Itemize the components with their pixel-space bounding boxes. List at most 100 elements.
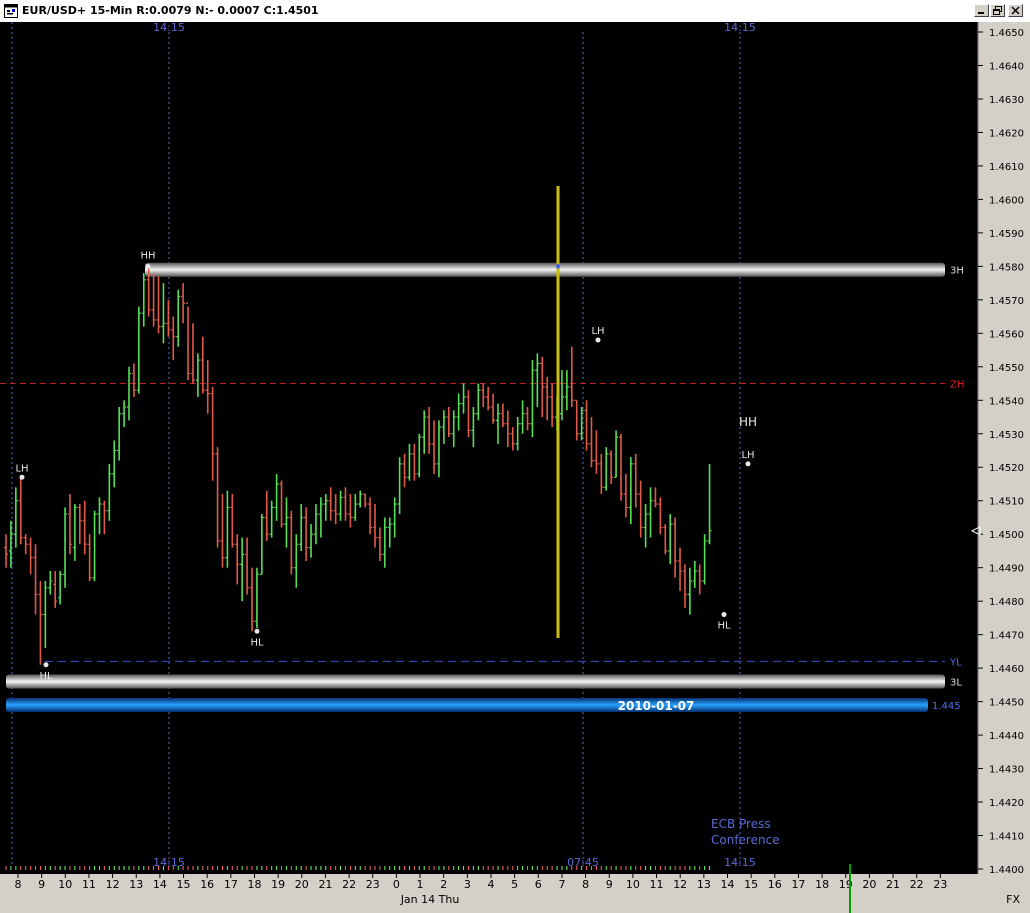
- swing-point: [145, 263, 151, 269]
- level-band-date: [6, 697, 928, 712]
- time-tick-label: 11: [650, 878, 664, 891]
- restore-icon: [993, 6, 1002, 15]
- time-tick-label: 7: [558, 878, 565, 891]
- time-tick-label: 23: [933, 878, 947, 891]
- time-tick-label: 14: [721, 878, 735, 891]
- minimize-icon: [978, 12, 984, 14]
- time-tick-label: 10: [58, 878, 72, 891]
- date-label: Jan 14 Thu: [400, 893, 460, 906]
- time-tick-label: 6: [535, 878, 542, 891]
- level-band-3L: [6, 674, 945, 689]
- time-tick-label: 16: [768, 878, 782, 891]
- price-tick-label: 1.4470: [989, 631, 1024, 642]
- time-tick-label: 16: [200, 878, 214, 891]
- price-tick-label: 1.4630: [989, 95, 1024, 106]
- time-tick-label: 18: [248, 878, 262, 891]
- window-title: EUR/USD+ 15-Min R:0.0079 N:- 0.0007 C:1.…: [22, 4, 319, 17]
- time-tick-label: 20: [295, 878, 309, 891]
- time-tick-label: 12: [673, 878, 687, 891]
- level-label: 1.445: [932, 701, 961, 712]
- time-tick-label: 8: [15, 878, 22, 891]
- news-note-line: Conference: [711, 833, 780, 847]
- price-tick-label: 1.4420: [989, 798, 1024, 809]
- maximize-button[interactable]: [990, 4, 1005, 17]
- time-tick-label: 19: [271, 878, 285, 891]
- time-tick-label: 12: [106, 878, 120, 891]
- close-icon: [1011, 6, 1020, 15]
- minimize-button[interactable]: [974, 4, 989, 17]
- title-bar[interactable]: EUR/USD+ 15-Min R:0.0079 N:- 0.0007 C:1.…: [0, 0, 1030, 23]
- time-tick-label: 22: [910, 878, 924, 891]
- chart-window: EUR/USD+ 15-Min R:0.0079 N:- 0.0007 C:1.…: [0, 0, 1030, 913]
- price-tick-label: 1.4510: [989, 497, 1024, 508]
- price-tick-label: 1.4520: [989, 463, 1024, 474]
- price-tick-label: 1.4560: [989, 329, 1024, 340]
- spike-level-mark: [556, 264, 560, 269]
- time-tick-label: 20: [862, 878, 876, 891]
- swing-label: LH: [15, 463, 28, 474]
- level-label: 3H: [950, 266, 964, 277]
- time-tick-label: 15: [177, 878, 191, 891]
- time-tick-label: 18: [815, 878, 829, 891]
- time-tick-label: 21: [886, 878, 900, 891]
- price-tick-label: 1.4410: [989, 832, 1024, 843]
- time-tick-label: 5: [511, 878, 518, 891]
- time-tick-label: 2: [440, 878, 447, 891]
- swing-label: HL: [717, 621, 731, 632]
- time-tick-label: 22: [342, 878, 356, 891]
- price-tick-label: 1.4570: [989, 296, 1024, 307]
- time-tick-label: 21: [318, 878, 332, 891]
- time-tick-label: 11: [82, 878, 96, 891]
- time-marker-top-label: 14:15: [724, 22, 756, 34]
- chart-app-icon: [4, 4, 18, 18]
- time-tick-label: 9: [606, 878, 613, 891]
- time-tick-label: 17: [224, 878, 238, 891]
- price-tick-label: 1.4480: [989, 597, 1024, 608]
- time-tick-label: 13: [129, 878, 143, 891]
- price-tick-label: 1.4580: [989, 262, 1024, 273]
- swing-label: HL: [250, 637, 264, 648]
- price-tick-label: 1.4530: [989, 430, 1024, 441]
- time-tick-label: 13: [697, 878, 711, 891]
- price-tick-label: 1.4440: [989, 731, 1024, 742]
- swing-label: HH: [739, 415, 757, 429]
- chart-area[interactable]: 14:15 14:15 07:45 14:15 14:15 3H ZH YL 3L 2010-0…: [0, 22, 1030, 913]
- price-tick-label: 1.4610: [989, 162, 1024, 173]
- price-tick-label: 1.4500: [989, 530, 1024, 541]
- time-tick-label: 10: [626, 878, 640, 891]
- time-tick-label: 4: [488, 878, 495, 891]
- price-tick-label: 1.4620: [989, 128, 1024, 139]
- close-button[interactable]: [1008, 4, 1023, 17]
- level-band-3H: [145, 262, 945, 277]
- time-tick-label: 14: [153, 878, 167, 891]
- time-axis-right-label: FX: [1006, 893, 1020, 906]
- swing-label: HH: [140, 250, 155, 261]
- level-band-text: 2010-01-07: [618, 699, 695, 713]
- price-tick-label: 1.4650: [989, 28, 1024, 39]
- swing-label: LH: [591, 326, 604, 337]
- price-tick-label: 1.4590: [989, 229, 1024, 240]
- price-tick-label: 1.4460: [989, 664, 1024, 675]
- level-label: ZH: [950, 380, 964, 391]
- swing-label: HL: [39, 671, 53, 682]
- swing-point: [43, 662, 49, 668]
- price-tick-label: 1.4430: [989, 765, 1024, 776]
- swing-point: [254, 628, 260, 634]
- price-chart[interactable]: 14:1514:15 07:4514:1514:15 3HZHYL3L2010-0…: [0, 22, 1030, 913]
- time-tick-label: 23: [366, 878, 380, 891]
- level-label: 3L: [950, 678, 962, 689]
- time-tick-label: 1: [417, 878, 424, 891]
- swing-point: [721, 612, 727, 618]
- time-tick-label: 8: [582, 878, 589, 891]
- price-tick-label: 1.4490: [989, 564, 1024, 575]
- swing-point: [595, 337, 601, 343]
- news-note-line: ECB Press: [711, 817, 771, 831]
- time-tick-label: 17: [791, 878, 805, 891]
- level-label: YL: [949, 657, 962, 668]
- price-tick-label: 1.4640: [989, 61, 1024, 72]
- price-axis-panel: [978, 22, 1030, 874]
- swing-point: [745, 461, 751, 467]
- time-tick-label: 3: [464, 878, 471, 891]
- time-tick-label: 15: [744, 878, 758, 891]
- price-tick-label: 1.4600: [989, 195, 1024, 206]
